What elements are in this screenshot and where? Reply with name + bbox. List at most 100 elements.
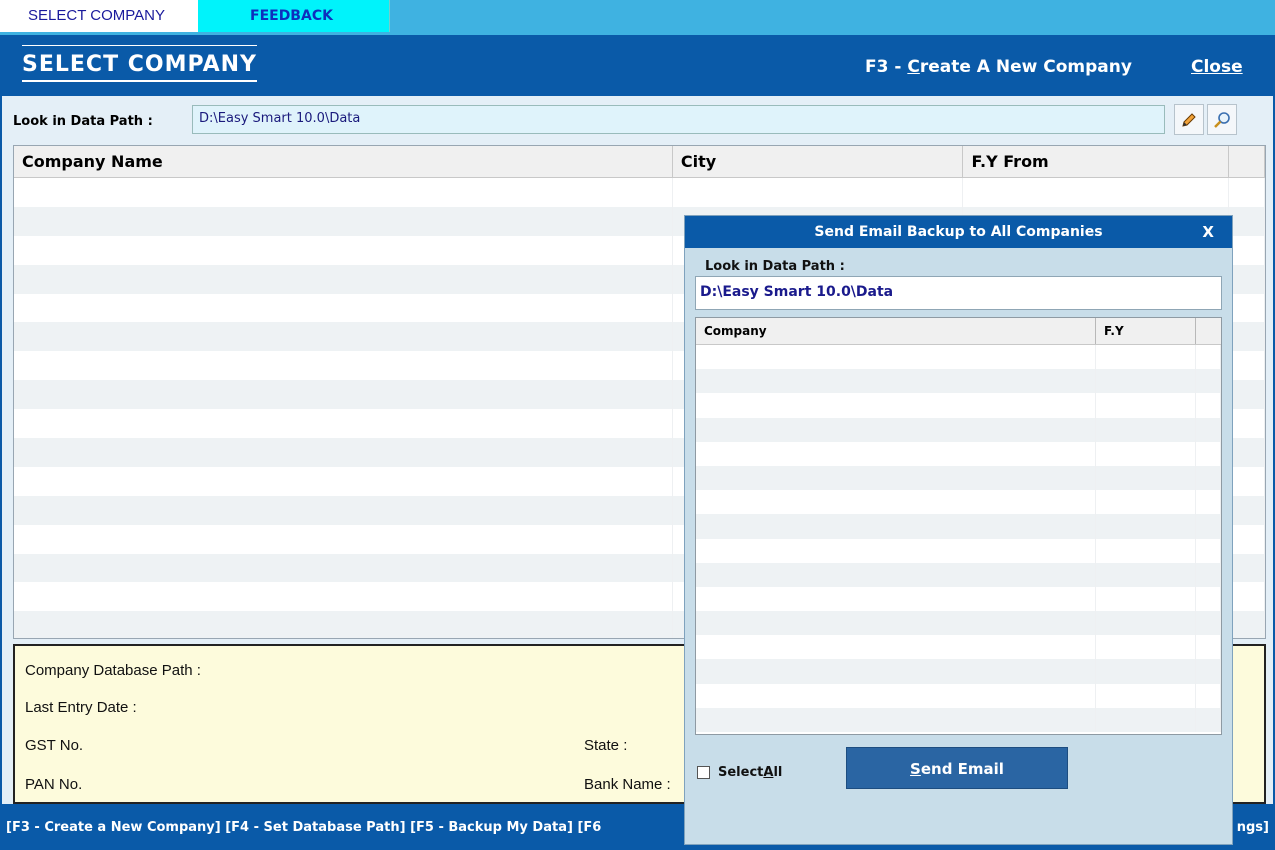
bank-label: Bank Name : bbox=[584, 776, 671, 793]
dialog-table-body bbox=[696, 345, 1221, 732]
dialog-close-button[interactable]: X bbox=[1202, 216, 1214, 248]
select-all-checkbox[interactable]: Select All bbox=[697, 765, 782, 780]
table-cell bbox=[696, 707, 1096, 732]
table-row[interactable] bbox=[696, 490, 1221, 515]
edit-path-button[interactable] bbox=[1174, 104, 1204, 135]
table-cell bbox=[1096, 345, 1196, 370]
table-cell bbox=[14, 351, 673, 381]
table-cell bbox=[1196, 586, 1221, 612]
table-cell bbox=[696, 538, 1096, 563]
company-table-header: Company Name City F.Y From bbox=[14, 146, 1265, 178]
data-path-label: Look in Data Path : bbox=[13, 114, 153, 129]
table-cell bbox=[14, 611, 673, 638]
table-cell bbox=[696, 635, 1096, 660]
table-row[interactable] bbox=[696, 611, 1221, 636]
table-cell bbox=[1096, 514, 1196, 539]
table-cell bbox=[1229, 582, 1265, 612]
table-cell bbox=[1196, 393, 1221, 418]
table-cell bbox=[1196, 683, 1221, 708]
table-cell bbox=[1096, 611, 1196, 636]
table-cell bbox=[1096, 369, 1196, 394]
tab-feedback[interactable]: FEEDBACK bbox=[198, 0, 390, 32]
table-row[interactable] bbox=[696, 369, 1221, 394]
table-cell bbox=[14, 524, 673, 554]
table-row[interactable] bbox=[696, 659, 1221, 684]
dialog-company-table[interactable]: Company F.Y bbox=[695, 317, 1222, 735]
table-row[interactable] bbox=[696, 465, 1221, 491]
table-cell bbox=[1196, 611, 1221, 636]
table-row[interactable] bbox=[696, 345, 1221, 370]
table-cell bbox=[1229, 351, 1265, 381]
table-row[interactable] bbox=[696, 635, 1221, 660]
table-cell bbox=[1196, 538, 1221, 563]
data-path-input[interactable]: D:\Easy Smart 10.0\Data bbox=[192, 105, 1165, 134]
table-cell bbox=[1196, 490, 1221, 515]
table-cell bbox=[696, 659, 1096, 684]
table-cell bbox=[14, 322, 673, 352]
col-company-name[interactable]: Company Name bbox=[14, 146, 673, 177]
table-cell bbox=[1096, 659, 1196, 684]
table-cell bbox=[696, 369, 1096, 394]
table-cell bbox=[1096, 586, 1196, 612]
table-row[interactable] bbox=[696, 417, 1221, 442]
window-header: SELECT COMPANY F3 - Create A New Company… bbox=[0, 35, 1275, 96]
table-cell bbox=[1229, 611, 1265, 638]
gst-label: GST No. bbox=[25, 737, 84, 754]
create-company-button[interactable]: F3 - Create A New Company bbox=[865, 57, 1132, 77]
table-cell bbox=[1096, 465, 1196, 491]
table-cell bbox=[1096, 538, 1196, 563]
table-cell bbox=[696, 345, 1096, 370]
checkbox-box[interactable] bbox=[697, 766, 710, 779]
table-row[interactable] bbox=[696, 514, 1221, 539]
table-cell bbox=[1196, 659, 1221, 684]
table-cell bbox=[1096, 490, 1196, 515]
table-row[interactable] bbox=[696, 538, 1221, 563]
magnifier-icon bbox=[1214, 111, 1230, 128]
table-cell bbox=[1196, 562, 1221, 587]
table-cell bbox=[1096, 707, 1196, 732]
table-row[interactable] bbox=[696, 683, 1221, 708]
table-cell bbox=[1229, 438, 1265, 467]
table-cell bbox=[1229, 524, 1265, 554]
table-row[interactable] bbox=[696, 562, 1221, 587]
table-row[interactable] bbox=[696, 586, 1221, 612]
dialog-col-extra bbox=[1196, 318, 1221, 344]
table-cell bbox=[1229, 553, 1265, 583]
tab-select-company[interactable]: SELECT COMPANY bbox=[0, 0, 198, 32]
table-row[interactable] bbox=[696, 441, 1221, 466]
table-row[interactable] bbox=[14, 178, 1265, 207]
table-cell bbox=[14, 235, 673, 265]
table-cell bbox=[1096, 562, 1196, 587]
dialog-col-fy[interactable]: F.Y bbox=[1096, 318, 1196, 344]
table-cell bbox=[1196, 514, 1221, 539]
table-cell bbox=[696, 586, 1096, 612]
table-cell bbox=[1096, 635, 1196, 660]
dialog-title-bar: Send Email Backup to All Companies X bbox=[685, 216, 1232, 248]
table-cell bbox=[1229, 206, 1265, 236]
table-row[interactable] bbox=[696, 707, 1221, 732]
table-cell bbox=[1229, 466, 1265, 496]
pan-label: PAN No. bbox=[25, 776, 83, 793]
table-cell bbox=[1196, 635, 1221, 660]
dialog-path-field[interactable]: D:\Easy Smart 10.0\Data bbox=[695, 276, 1222, 310]
table-cell bbox=[1196, 465, 1221, 491]
table-cell bbox=[1196, 369, 1221, 394]
send-email-button[interactable]: Send Email bbox=[846, 747, 1068, 789]
table-cell bbox=[1229, 264, 1265, 294]
table-cell bbox=[14, 495, 673, 525]
table-cell bbox=[1096, 683, 1196, 708]
browse-path-button[interactable] bbox=[1207, 104, 1237, 135]
table-cell bbox=[1096, 393, 1196, 418]
table-cell bbox=[1096, 417, 1196, 442]
col-fy-from[interactable]: F.Y From bbox=[963, 146, 1230, 177]
top-tab-strip: SELECT COMPANY FEEDBACK bbox=[0, 0, 1275, 35]
col-city[interactable]: City bbox=[673, 146, 964, 177]
send-accelerator: S bbox=[910, 760, 921, 778]
table-cell bbox=[1196, 417, 1221, 442]
table-cell bbox=[1196, 345, 1221, 370]
table-cell bbox=[1229, 409, 1265, 439]
state-label: State : bbox=[584, 737, 628, 754]
dialog-col-company[interactable]: Company bbox=[696, 318, 1096, 344]
close-button[interactable]: Close bbox=[1191, 57, 1243, 77]
table-row[interactable] bbox=[696, 393, 1221, 418]
